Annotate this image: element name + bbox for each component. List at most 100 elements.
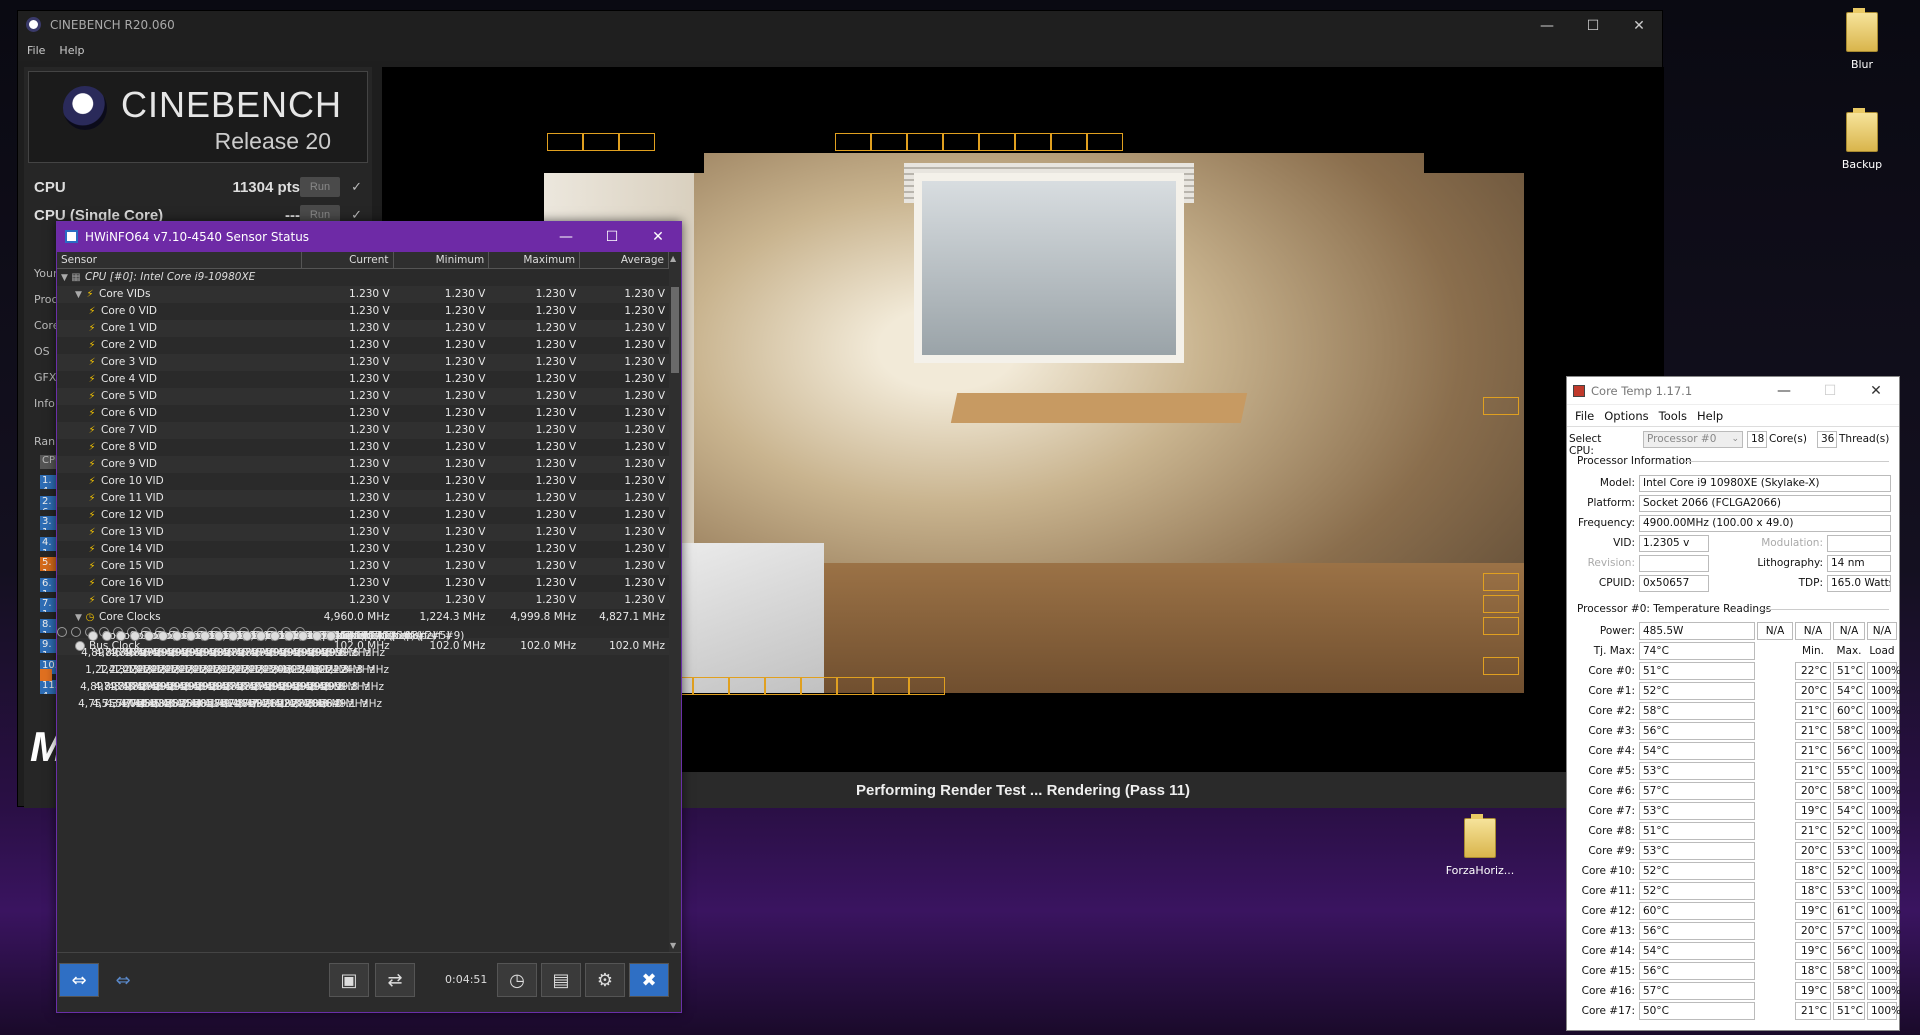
sensor-row[interactable]: Core 0 Clock (perf #18)4,897.6 MHz1,224.… <box>57 627 226 710</box>
close-icon[interactable]: ✕ <box>635 222 681 252</box>
minimize-icon[interactable]: — <box>1761 377 1807 405</box>
sensor-row[interactable]: Core 13 Clock (perf #10) 4,999.6 MHz 3,060… <box>239 627 415 710</box>
sensor-row[interactable]: Core 15 Clock (perf #2) 4,999.6 MHz 3,060.… <box>267 627 436 710</box>
sensor-name: Core 14 VID <box>101 543 164 555</box>
collapse-icon[interactable]: ▼ <box>75 287 85 303</box>
sensor-row[interactable]: ⚡ Core 6 VID 1.230 V 1.230 V 1.230 V 1.230 V <box>57 405 669 422</box>
minimize-icon[interactable]: — <box>1524 11 1570 41</box>
sensor-row[interactable]: ⚡ Core 0 VID 1.230 V 1.230 V 1.230 V 1.230 V <box>57 303 669 320</box>
core-label: Core #4: <box>1588 745 1635 757</box>
sensor-scrollbar[interactable]: ▲ ▼ <box>669 252 681 952</box>
desktop-icon-blur[interactable]: Blur <box>1822 8 1902 71</box>
cinebench-titlebar[interactable]: CINEBENCH R20.060 — ☐ ✕ <box>18 11 1662 39</box>
menu-help[interactable]: Help <box>1697 409 1723 423</box>
sensor-maximum <box>489 269 580 286</box>
sensor-row[interactable]: ⚡ Core 10 VID 1.230 V 1.230 V 1.230 V 1.230 V <box>57 473 669 490</box>
sensor-row[interactable]: Core 11 Clock (perf #14)4,897.6 MHz1,224… <box>211 627 387 710</box>
sensor-row[interactable]: ⚡ Core 11 VID 1.230 V 1.230 V 1.230 V 1.230 V <box>57 490 669 507</box>
close-icon[interactable]: ✕ <box>1853 377 1899 405</box>
sensor-maximum: 1.230 V <box>535 322 577 334</box>
column-current[interactable]: Current <box>302 252 394 268</box>
network-icon[interactable]: ⇄ <box>375 963 415 997</box>
menu-tools[interactable]: Tools <box>1659 409 1687 423</box>
scroll-up-icon[interactable]: ▲ <box>670 254 676 263</box>
sensor-row[interactable]: Core 5 Clock (perf #11)4,999.6 MHz1,224.… <box>127 627 296 710</box>
sensor-row[interactable]: ⚡ Core 14 VID 1.230 V 1.230 V 1.230 V 1.230 V <box>57 541 669 558</box>
cpu-run-button[interactable]: Run <box>300 177 340 197</box>
sensor-row[interactable]: Core 17 Clock (perf #9) 4,999.6 MHz 1,224.… <box>295 627 464 710</box>
sensor-row[interactable]: ⚡ Core 2 VID 1.230 V 1.230 V 1.230 V 1.230 V <box>57 337 669 354</box>
scroll-down-icon[interactable]: ▼ <box>670 941 676 950</box>
hwinfo-titlebar[interactable]: HWiNFO64 v7.10-4540 Sensor Status — ☐ ✕ <box>57 222 681 252</box>
sensor-name: Bus Clock <box>89 640 141 652</box>
menu-options[interactable]: Options <box>1604 409 1648 423</box>
sensor-row[interactable]: ⚡ Core 17 VID 1.230 V 1.230 V 1.230 V 1.230 V <box>57 592 669 609</box>
desktop-icon-backup[interactable]: Backup <box>1822 108 1902 171</box>
sensor-row[interactable]: Core 12 Clock (perf #1)4,999.6 MHz1,224.… <box>225 627 394 710</box>
maximize-icon[interactable]: ☐ <box>589 222 635 252</box>
navigate-forward-icon[interactable]: ⇔ <box>103 963 143 997</box>
sensor-name: Core 8 VID <box>101 441 158 453</box>
sensor-row[interactable]: Core 2 Clock (perf #12)4,897.6 MHz1,224.… <box>85 627 254 710</box>
column-minimum[interactable]: Minimum <box>394 252 490 268</box>
close-sensors-icon[interactable]: ✖ <box>629 963 669 997</box>
sensor-row[interactable]: ⚡ Core 1 VID 1.230 V 1.230 V 1.230 V 1.230 V <box>57 320 669 337</box>
sensor-average: 1.230 V <box>624 526 666 538</box>
render-bucket <box>1483 595 1519 613</box>
menu-help[interactable]: Help <box>59 44 84 57</box>
sensor-row[interactable]: Core 16 Clock (perf #5) 4,999.6 MHz 1,224.… <box>281 627 450 710</box>
settings-gear-icon[interactable]: ⚙ <box>585 963 625 997</box>
sensor-row[interactable]: ⚡ Core 7 VID 1.230 V 1.230 V 1.230 V 1.230 V <box>57 422 669 439</box>
sensor-row[interactable]: ⚡ Core 12 VID 1.230 V 1.230 V 1.230 V 1.230 V <box>57 507 669 524</box>
minimize-icon[interactable]: — <box>543 222 589 252</box>
column-maximum[interactable]: Maximum <box>489 252 581 268</box>
threads-label: Thread(s) <box>1839 433 1890 445</box>
navigate-back-icon[interactable]: ⇔ <box>59 963 99 997</box>
collapse-icon[interactable]: ▼ <box>75 610 85 626</box>
sensor-name: Core 9 VID <box>101 458 158 470</box>
group-divider <box>1685 461 1889 462</box>
sensor-minimum: 1.230 V <box>444 288 486 300</box>
sensor-row[interactable]: ▼ ⚡ Core VIDs 1.230 V 1.230 V 1.230 V 1.230 V <box>57 286 669 303</box>
clock-icon[interactable]: ◷ <box>497 963 537 997</box>
column-average[interactable]: Average <box>580 252 669 268</box>
monitor-icon[interactable]: ▣ <box>329 963 369 997</box>
sensor-row[interactable]: Core 9 Clock (perf #15)4,897.6 MHz1,224.… <box>183 627 352 710</box>
processor-select[interactable]: Processor #0 ⌄ <box>1643 431 1743 448</box>
sensor-row[interactable]: ▼ ◷ Core Clocks 4,960.0 MHz 1,224.3 MHz 4,999… <box>57 609 669 626</box>
sensor-row[interactable]: Core 1 Clock (perf #17)4,897.6 MHz1,224.… <box>71 627 240 710</box>
cinebench-app-icon <box>26 17 41 32</box>
close-icon[interactable]: ✕ <box>1616 11 1662 41</box>
sensor-row[interactable]: Core 6 Clock (perf #3)4,999.6 MHz1,224.3… <box>141 627 304 710</box>
sensor-row[interactable]: Core 14 Clock (perf #8) 4,999.6 MHz 1,224.… <box>253 627 422 710</box>
sensor-row[interactable]: ▼ ▦ CPU [#0]: Intel Core i9-10980XE <box>57 269 669 286</box>
temperature-readings-label: Processor #0: Temperature Readings <box>1577 603 1772 615</box>
core-temp-row: Core #11: 52°C 18°C 53°C 100% <box>1571 881 1901 901</box>
sensor-row[interactable]: ⚡ Core 9 VID 1.230 V 1.230 V 1.230 V 1.230 V <box>57 456 669 473</box>
sensor-row[interactable]: ⚡ Core 5 VID 1.230 V 1.230 V 1.230 V 1.230 V <box>57 388 669 405</box>
cinebench-menubar: File Help <box>18 39 1662 61</box>
sensor-row[interactable]: ⚡ Core 16 VID 1.230 V 1.230 V 1.230 V 1.230 V <box>57 575 669 592</box>
sensor-row[interactable]: ⚡ Core 3 VID 1.230 V 1.230 V 1.230 V 1.230 V <box>57 354 669 371</box>
sensor-row[interactable]: ⚡ Core 15 VID 1.230 V 1.230 V 1.230 V 1.230 V <box>57 558 669 575</box>
desktop-icon-forza[interactable]: ForzaHoriz... <box>1440 814 1520 877</box>
collapse-icon[interactable]: ▼ <box>61 270 71 286</box>
sensor-row[interactable]: ⚡ Core 8 VID 1.230 V 1.230 V 1.230 V 1.230 V <box>57 439 669 456</box>
sensor-row[interactable]: Core 4 Clock (perf #6)4,999.6 MHz1,224.3… <box>113 627 276 710</box>
sensor-row[interactable]: Core 7 Clock (perf #4)4,999.6 MHz1,224.3… <box>155 627 318 710</box>
maximize-icon[interactable]: ☐ <box>1570 11 1616 41</box>
sensor-row[interactable]: ⚡ Core 13 VID 1.230 V 1.230 V 1.230 V 1.230 V <box>57 524 669 541</box>
sensor-row[interactable]: Core 3 Clock (perf #13)4,897.6 MHz1,224.… <box>99 627 268 710</box>
coretemp-titlebar[interactable]: Core Temp 1.17.1 — ☐ ✕ <box>1567 377 1899 405</box>
sensor-row[interactable]: Core 8 Clock (perf #7)4,999.6 MHz1,224.3… <box>169 627 332 710</box>
sensor-maximum: 1.230 V <box>535 288 577 300</box>
menu-file[interactable]: File <box>1575 409 1594 423</box>
scrollbar-thumb[interactable] <box>671 287 679 373</box>
sensor-row[interactable]: Core 10 Clock (perf #16)4,897.6 MHz1,224… <box>197 627 373 710</box>
sensor-row[interactable]: ⚡ Core 4 VID 1.230 V 1.230 V 1.230 V 1.230 V <box>57 371 669 388</box>
column-sensor[interactable]: Sensor <box>57 252 302 268</box>
core-min: 20°C <box>1795 922 1831 940</box>
report-icon[interactable]: ▤ <box>541 963 581 997</box>
maximize-icon[interactable]: ☐ <box>1807 377 1853 405</box>
menu-file[interactable]: File <box>27 44 45 57</box>
